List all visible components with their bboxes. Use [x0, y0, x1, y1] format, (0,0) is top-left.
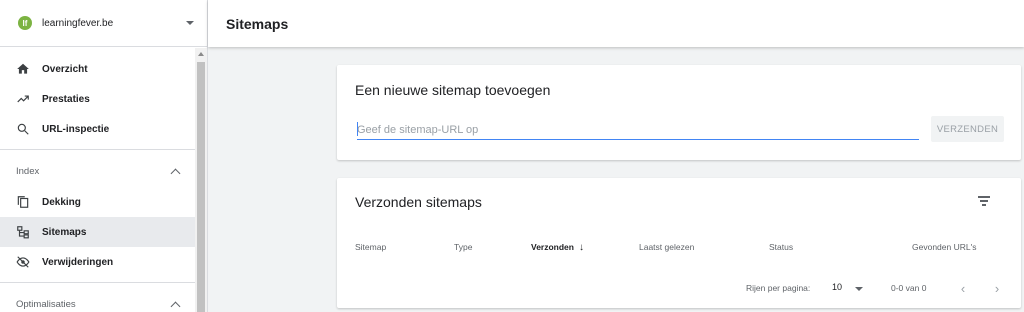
- home-icon: [16, 62, 30, 76]
- sidebar-item-overzicht[interactable]: Overzicht: [0, 54, 195, 84]
- search-console-app: lf learningfever.be Overzicht Prestaties: [0, 0, 1024, 312]
- sidebar: lf learningfever.be Overzicht Prestaties: [0, 0, 208, 312]
- section-title: Index: [16, 165, 40, 177]
- property-selector[interactable]: lf learningfever.be: [0, 0, 208, 47]
- page-title: Sitemaps: [226, 15, 289, 32]
- visibility-off-icon: [16, 255, 30, 269]
- section-title: Optimalisaties: [16, 298, 76, 310]
- sidebar-item-label: Sitemaps: [42, 226, 87, 238]
- sidebar-item-label: Verwijderingen: [42, 256, 114, 268]
- card-title: Verzonden sitemaps: [355, 194, 482, 210]
- sitemap-icon: [16, 225, 30, 239]
- sidebar-item-label: Overzicht: [42, 63, 88, 75]
- sort-down-arrow-icon: ↓: [578, 242, 584, 253]
- top-bar: Sitemaps: [208, 0, 1024, 47]
- sidebar-item-sitemaps[interactable]: Sitemaps: [0, 217, 195, 247]
- section-header-index[interactable]: Index: [0, 155, 195, 187]
- previous-page-button[interactable]: ‹: [953, 278, 973, 298]
- card-title: Een nieuwe sitemap toevoegen: [355, 82, 551, 98]
- rows-per-page-label: Rijen per pagina:: [746, 283, 811, 293]
- next-page-button[interactable]: ›: [987, 278, 1007, 298]
- sidebar-scrollbar[interactable]: [195, 48, 207, 312]
- sidebar-item-prestaties[interactable]: Prestaties: [0, 84, 195, 114]
- column-header-label: Verzonden: [531, 242, 574, 252]
- divider: [0, 149, 195, 150]
- chevron-up-icon: [170, 301, 181, 311]
- divider: [0, 282, 195, 283]
- column-header-gevonden-urls[interactable]: Gevonden URL's: [912, 242, 976, 252]
- chevron-up-icon: [170, 168, 181, 178]
- chevron-right-icon: ›: [994, 280, 1000, 296]
- sidebar-item-dekking[interactable]: Dekking: [0, 187, 195, 217]
- copy-icon: [16, 195, 30, 209]
- rows-per-page-select[interactable]: 10: [832, 282, 842, 292]
- column-header-status[interactable]: Status: [769, 242, 793, 252]
- dropdown-caret-icon[interactable]: [855, 287, 863, 291]
- submit-sitemap-button[interactable]: VERZENDEN: [931, 116, 1004, 142]
- search-icon: [16, 122, 30, 136]
- property-name: learningfever.be: [42, 17, 114, 29]
- property-logo: lf: [18, 16, 32, 30]
- sidebar-nav: Overzicht Prestaties URL-inspectie Index: [0, 48, 195, 312]
- chevron-left-icon: ‹: [960, 280, 966, 296]
- sidebar-item-verwijderingen[interactable]: Verwijderingen: [0, 247, 195, 277]
- sidebar-item-label: Dekking: [42, 196, 81, 208]
- dropdown-caret-icon[interactable]: [186, 21, 194, 25]
- section-header-optimalisaties[interactable]: Optimalisaties: [0, 288, 195, 312]
- filter-icon[interactable]: [975, 194, 993, 208]
- pagination-range: 0-0 van 0: [891, 283, 927, 293]
- column-header-type[interactable]: Type: [454, 242, 472, 252]
- column-header-sitemap[interactable]: Sitemap: [355, 242, 386, 252]
- sitemap-url-input[interactable]: [357, 120, 919, 140]
- column-header-laatst-gelezen[interactable]: Laatst gelezen: [639, 242, 694, 252]
- sidebar-item-url-inspectie[interactable]: URL-inspectie: [0, 114, 195, 144]
- column-header-verzonden[interactable]: Verzonden ↓: [531, 242, 584, 253]
- text-cursor: [357, 122, 358, 136]
- add-sitemap-card: Een nieuwe sitemap toevoegen VERZENDEN: [337, 65, 1021, 160]
- sidebar-item-label: URL-inspectie: [42, 123, 110, 135]
- submitted-sitemaps-card: Verzonden sitemaps Sitemap Type Verzonde…: [337, 178, 1021, 308]
- scroll-up-arrow-icon[interactable]: [198, 52, 204, 56]
- sidebar-item-label: Prestaties: [42, 93, 90, 105]
- trending-up-icon: [16, 92, 30, 106]
- scrollbar-thumb[interactable]: [197, 62, 205, 312]
